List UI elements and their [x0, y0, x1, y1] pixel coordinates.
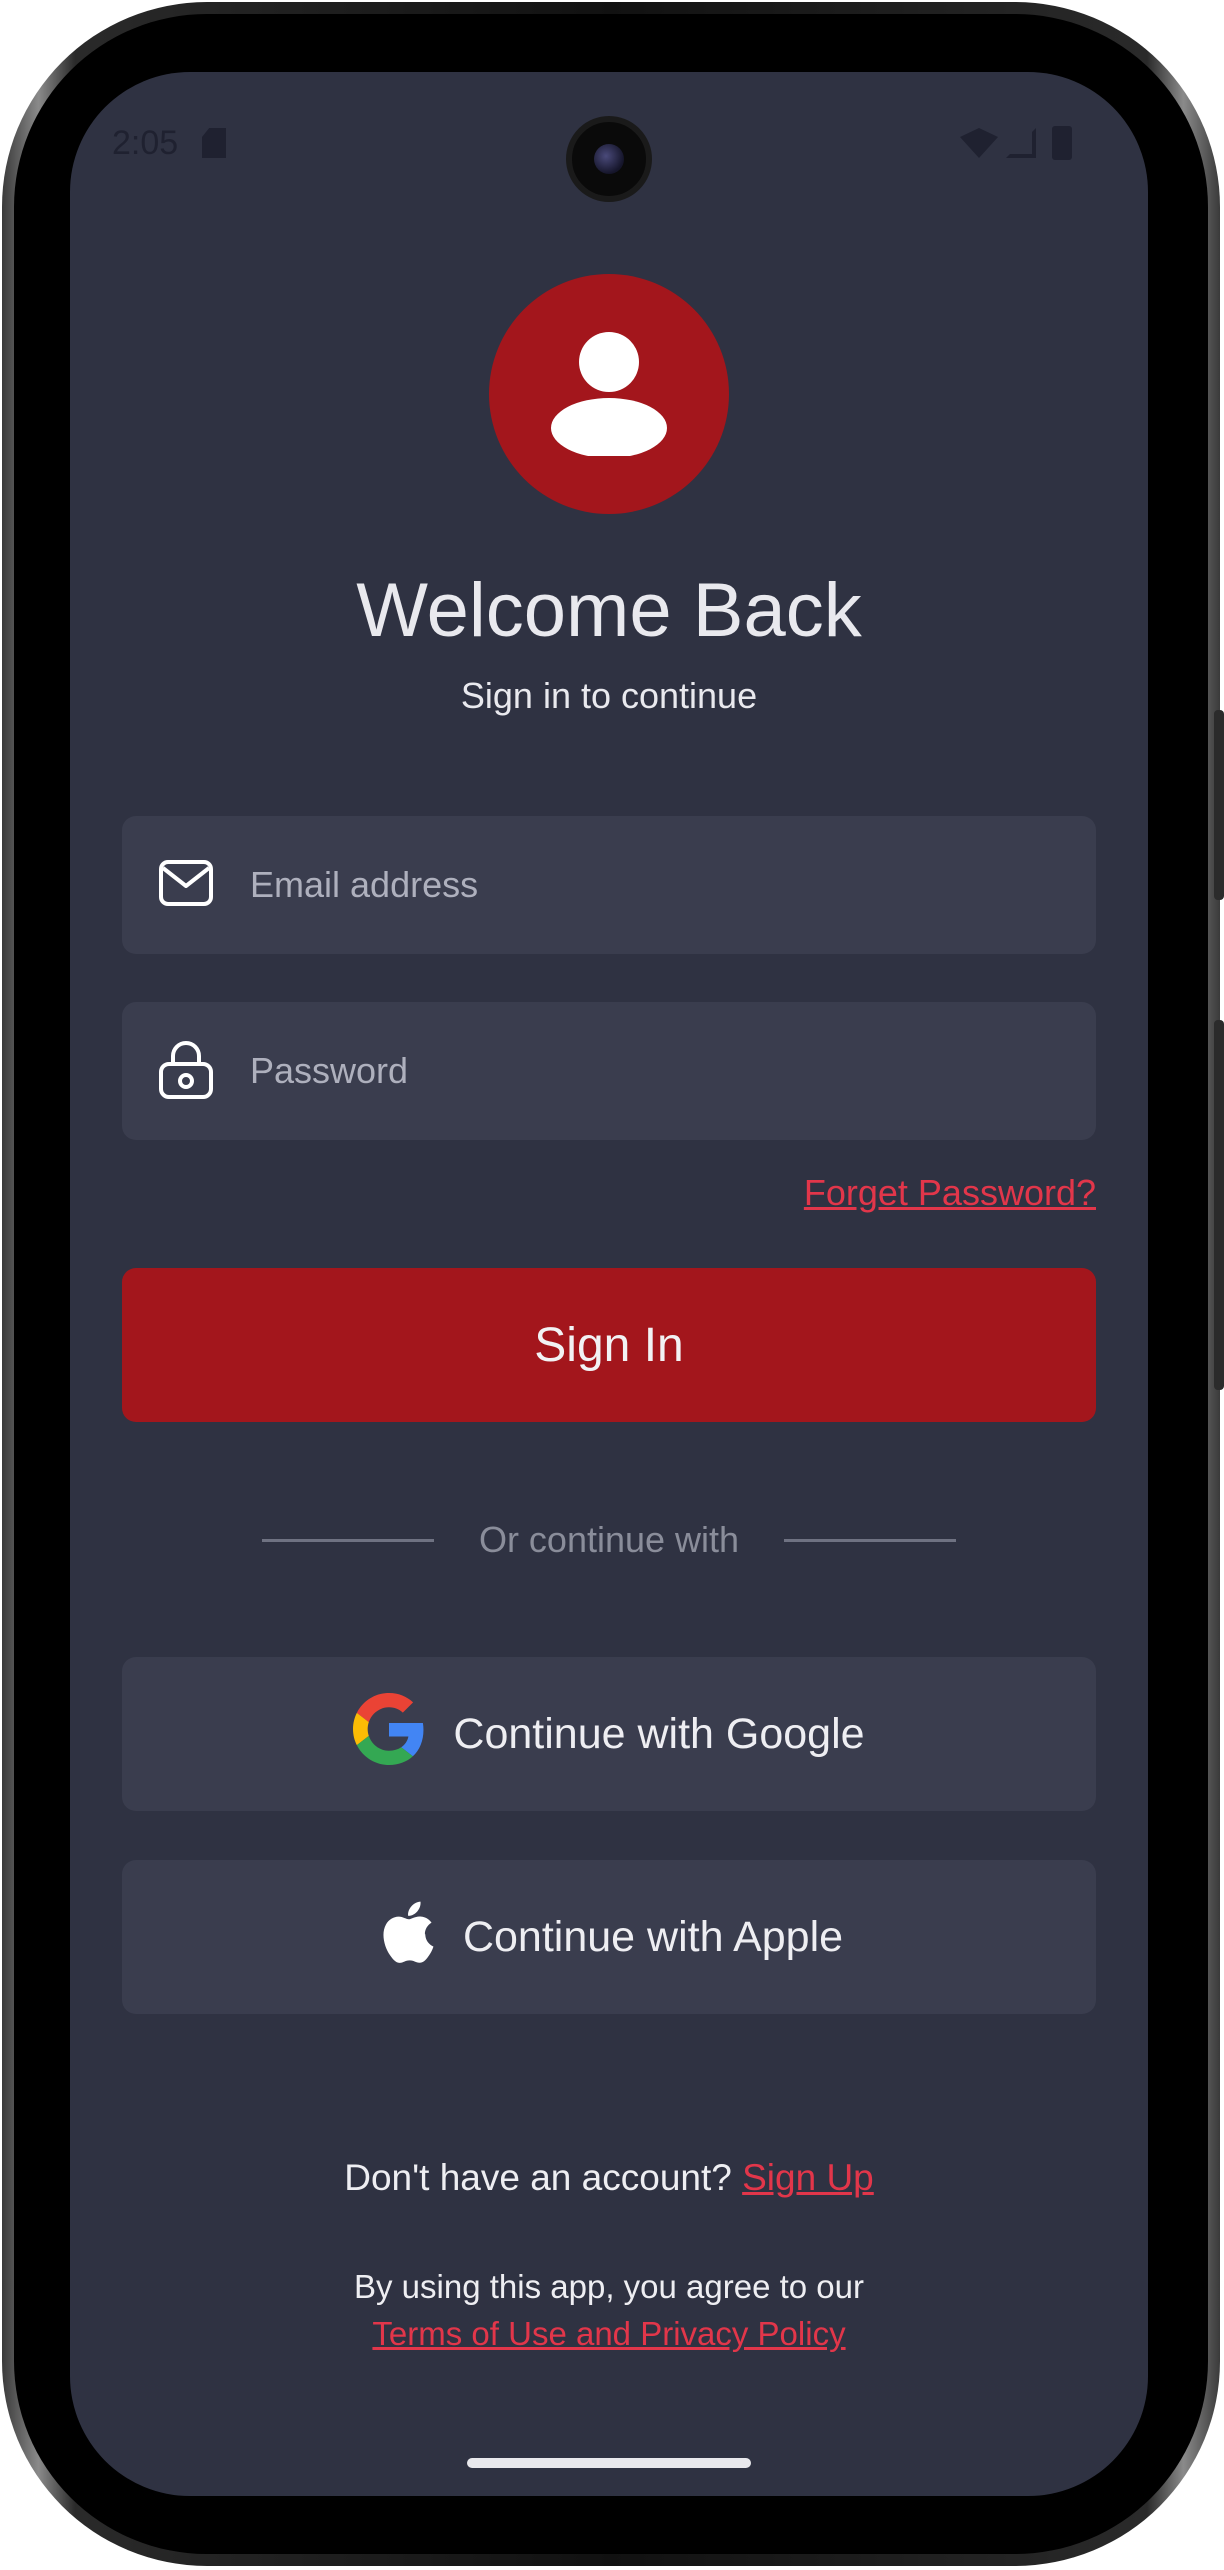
apple-icon [375, 1896, 435, 1979]
apple-sign-in-button[interactable]: Continue with Apple [122, 1860, 1096, 2014]
terms-link[interactable]: Terms of Use and Privacy Policy [372, 2315, 845, 2352]
status-time: 2:05 [112, 124, 179, 162]
home-indicator[interactable] [467, 2458, 751, 2468]
front-camera [566, 116, 652, 202]
divider-label: Or continue with [478, 1519, 740, 1560]
password-input[interactable] [250, 1002, 1070, 1140]
email-input[interactable] [250, 816, 1070, 954]
google-icon [353, 1692, 425, 1776]
google-sign-in-button[interactable]: Continue with Google [122, 1657, 1096, 1811]
sd-card-icon [202, 128, 226, 158]
battery-icon [1052, 126, 1072, 160]
apple-button-label: Continue with Apple [462, 1912, 844, 1961]
avatar [489, 274, 729, 514]
mail-icon [158, 858, 214, 913]
page-subtitle: Sign in to continue [460, 675, 758, 716]
avatar-person-icon [551, 332, 667, 456]
wifi-icon [960, 128, 998, 158]
signup-row: Don't have an account? Sign Up [70, 2157, 1148, 2199]
password-field[interactable] [122, 1002, 1096, 1140]
app-screen: 2:05 Welcome Back Sign in to continue Em… [70, 72, 1148, 2496]
lock-icon [158, 1040, 214, 1105]
volume-button [1214, 710, 1224, 900]
terms-prefix: By using this app, you agree to our [354, 2268, 864, 2305]
sign-up-link[interactable]: Sign Up [742, 2157, 874, 2198]
google-button-label: Continue with Google [453, 1709, 865, 1758]
page-title: Welcome Back [356, 568, 862, 653]
power-button [1214, 1020, 1224, 1390]
email-field[interactable] [122, 816, 1096, 954]
forgot-password-link[interactable]: Forget Password? [804, 1172, 1096, 1214]
terms-row: Terms of Use and Privacy Policy [70, 2315, 1148, 2353]
cellular-signal-icon [1006, 128, 1036, 158]
sign-in-button[interactable]: Sign In [122, 1268, 1096, 1422]
signup-prompt: Don't have an account? [344, 2157, 732, 2198]
